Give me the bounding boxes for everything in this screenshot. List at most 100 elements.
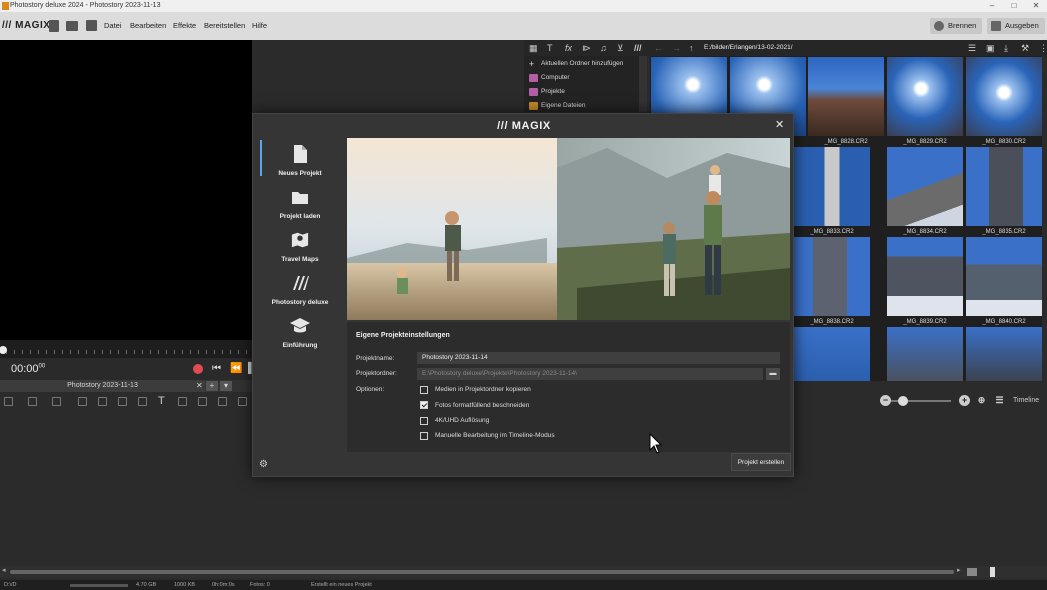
settings-gear-icon[interactable]: ⚙ — [259, 459, 268, 470]
forward-icon[interactable]: → — [672, 43, 681, 53]
tree-scrollbar[interactable] — [639, 56, 647, 112]
list-view-icon[interactable]: ☰ — [994, 395, 1005, 406]
timeline-zoom-knob[interactable] — [990, 567, 995, 577]
text-icon[interactable]: T — [158, 395, 167, 407]
save-icon[interactable] — [86, 20, 97, 31]
fit-icon[interactable] — [238, 397, 247, 406]
grid-icon[interactable]: ▦ — [529, 43, 538, 54]
store-icon[interactable]: ⊻ — [617, 43, 624, 54]
thumbnail[interactable] — [966, 327, 1042, 381]
burn-button[interactable]: Brennen — [930, 18, 983, 34]
dialog-close-icon[interactable]: ✕ — [775, 118, 784, 131]
option-manual-timeline-checkbox[interactable] — [420, 432, 428, 440]
import-icon[interactable]: ⤓ — [1004, 43, 1008, 54]
maximize-button[interactable]: □ — [1003, 0, 1025, 12]
thumbnail[interactable]: _MG_8834.CR2 — [887, 147, 963, 235]
zoom-slider-knob[interactable] — [898, 396, 908, 406]
preview-scrubber[interactable] — [0, 340, 252, 358]
thumbnail[interactable]: _MG_8838.CR2 — [794, 237, 870, 325]
rewind-icon[interactable]: ⏪ — [230, 363, 242, 374]
view-thumb-icon[interactable]: ▣ — [986, 43, 995, 54]
crop-icon[interactable] — [178, 397, 187, 406]
thumbnail[interactable] — [887, 327, 963, 381]
project-tab[interactable]: Photostory 2023-11-13 — [0, 380, 205, 392]
thumbnail[interactable]: _MG_8833.CR2 — [794, 147, 870, 235]
frame-icon[interactable] — [218, 397, 227, 406]
project-folder-input[interactable]: E:\Photostory deluxe\Projekte\Photostory… — [417, 368, 763, 380]
effects-icon[interactable]: fx — [565, 43, 572, 53]
redo-icon[interactable] — [52, 397, 61, 406]
more-icon[interactable]: ⋮ — [1039, 43, 1047, 54]
open-folder-icon[interactable] — [66, 21, 78, 31]
new-file-icon[interactable] — [49, 20, 59, 32]
browser-path[interactable]: E:/bilder/Erlangen/13-02-2021/ — [704, 44, 793, 51]
transition-icon[interactable]: ⧐ — [582, 43, 591, 54]
view-list-icon[interactable]: ☰ — [968, 43, 976, 54]
project-tab-close-icon[interactable]: ✕ — [196, 380, 203, 392]
up-icon[interactable]: ↑ — [689, 43, 694, 53]
undo-icon[interactable] — [28, 397, 37, 406]
thumbnail-image — [794, 237, 870, 316]
thumbnail[interactable]: _MG_8835.CR2 — [966, 147, 1042, 235]
add-tab-button[interactable]: + — [206, 381, 218, 391]
zoom-minimize-icon[interactable] — [967, 568, 977, 576]
option-4k-checkbox[interactable] — [420, 417, 428, 425]
close-window-button[interactable]: ✕ — [1025, 0, 1047, 12]
paste-icon[interactable] — [118, 397, 127, 406]
record-button[interactable] — [193, 364, 203, 374]
thumbnail[interactable]: _MG_8829.CR2 — [887, 57, 963, 145]
export-button[interactable]: Ausgeben — [987, 18, 1045, 34]
duplicate-icon[interactable] — [138, 397, 147, 406]
magix-icon[interactable]: /// — [634, 43, 642, 53]
nav-label: Projekt laden — [279, 213, 321, 220]
minimize-button[interactable]: – — [981, 0, 1003, 12]
delete-icon[interactable] — [78, 397, 87, 406]
tab-dropdown-icon[interactable]: ▾ — [220, 381, 232, 391]
menu-effekte[interactable]: Effekte — [173, 21, 196, 30]
scroll-left-icon[interactable]: ◂ — [2, 566, 6, 574]
skip-back-icon[interactable]: ⏮ — [212, 363, 221, 374]
scrollbar-track[interactable] — [10, 570, 954, 574]
nav-photostory-deluxe[interactable]: Photostory deluxe — [267, 274, 333, 314]
menu-bearbeiten[interactable]: Bearbeiten — [130, 21, 166, 30]
thumbnail[interactable]: _MG_8828.CR2 — [808, 57, 884, 145]
adjust-icon[interactable] — [198, 397, 207, 406]
nav-introduction[interactable]: Einführung — [267, 317, 333, 357]
options-label: Optionen: — [356, 386, 385, 393]
back-icon[interactable]: ← — [654, 43, 663, 53]
project-tab-label: Photostory 2023-11-13 — [67, 382, 138, 389]
music-icon[interactable]: ♫ — [600, 43, 607, 53]
tree-item-add-folder[interactable]: + Aktuellen Ordner hinzufügen — [524, 57, 639, 71]
thumbnail[interactable]: _MG_8840.CR2 — [966, 237, 1042, 325]
option-copy-media-checkbox[interactable] — [420, 386, 428, 394]
menu-hilfe[interactable]: Hilfe — [252, 21, 267, 30]
scroll-right-icon[interactable]: ▸ — [957, 566, 961, 574]
tree-item-projects[interactable]: Projekte — [524, 85, 639, 99]
menu-datei[interactable]: Datei — [104, 21, 122, 30]
export-label: Ausgeben — [1005, 21, 1039, 30]
tree-item-computer[interactable]: Computer — [524, 71, 639, 85]
zoom-out-icon[interactable]: − — [880, 395, 891, 406]
fit-view-icon[interactable]: ⊕ — [976, 395, 987, 406]
edit-toolbar: T — [0, 394, 252, 410]
nav-new-project[interactable]: Neues Projekt — [267, 145, 333, 185]
create-project-button[interactable]: Projekt erstellen — [731, 453, 791, 471]
zoom-in-icon[interactable]: + — [959, 395, 970, 406]
nav-load-project[interactable]: Projekt laden — [267, 188, 333, 228]
cut-icon[interactable] — [4, 397, 13, 406]
timeline-scrollbar[interactable]: ◂ ▸ — [0, 566, 1047, 578]
option-crop-photos-checkbox[interactable] — [420, 401, 428, 409]
title-icon[interactable]: T — [547, 43, 553, 53]
thumbnail[interactable] — [794, 327, 870, 381]
tools-icon[interactable]: ⚒ — [1021, 43, 1029, 54]
timeline-label[interactable]: Timeline — [1013, 397, 1039, 404]
thumbnail[interactable]: _MG_8839.CR2 — [887, 237, 963, 325]
thumbnail[interactable]: _MG_8830.CR2 — [966, 57, 1042, 145]
thumbnail-image — [887, 237, 963, 316]
nav-travel-maps[interactable]: Travel Maps — [267, 231, 333, 271]
browse-folder-button[interactable]: ▬ — [766, 368, 780, 380]
menu-bereitstellen[interactable]: Bereitstellen — [204, 21, 245, 30]
tree-item-documents[interactable]: Eigene Dateien — [524, 99, 639, 113]
copy-icon[interactable] — [98, 397, 107, 406]
project-name-input[interactable]: Photostory 2023-11-14 — [417, 352, 780, 364]
